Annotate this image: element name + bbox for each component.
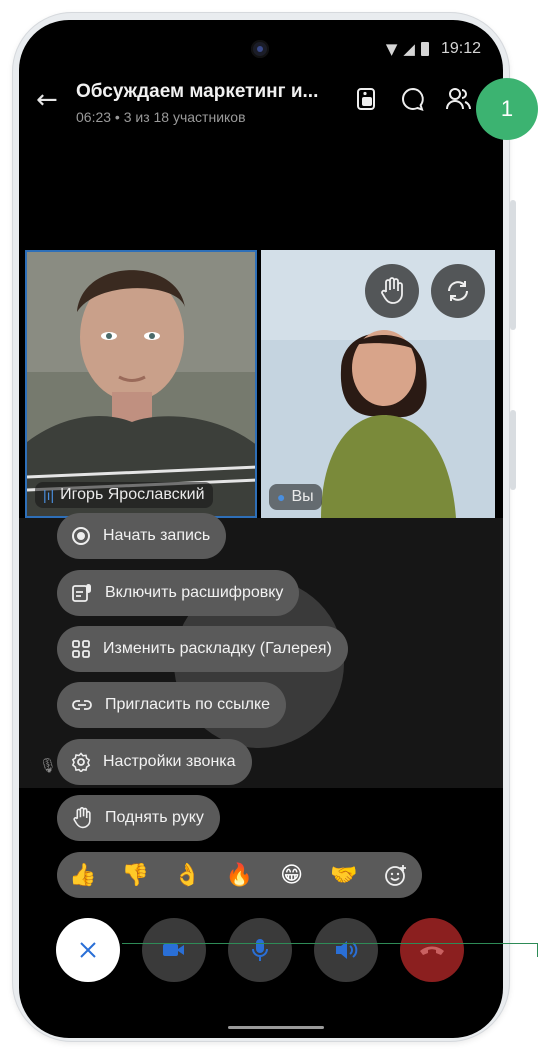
reaction-fire[interactable]: 🔥: [225, 861, 253, 889]
reaction-thumbs-up[interactable]: 👍: [69, 861, 97, 889]
speaker-icon: [336, 941, 358, 959]
raise-hand-icon[interactable]: [365, 264, 419, 318]
signal-icon: ◢: [403, 40, 415, 58]
call-title: Обсуждаем маркетинг и...: [76, 81, 319, 102]
menu-raise-hand[interactable]: Поднять руку: [57, 795, 220, 841]
hand-icon: [73, 807, 91, 829]
hang-up-icon: [420, 946, 444, 955]
participant-name: Вы: [291, 488, 314, 505]
transcription-icon: [72, 584, 91, 602]
call-subtitle: 06:23 • 3 из 18 участников: [76, 109, 246, 125]
status-bar: ▼ ◢ 19:12: [19, 20, 503, 70]
menu-invite-by-link[interactable]: Пригласить по ссылке: [57, 682, 287, 728]
participant-name-tag: |ı| Игорь Ярославский: [35, 482, 213, 508]
microphone-toggle-button[interactable]: [228, 918, 292, 982]
pip-icon[interactable]: [353, 85, 381, 113]
end-call-button[interactable]: [400, 918, 464, 982]
menu-label: Поднять руку: [105, 809, 204, 826]
link-icon: [72, 700, 92, 710]
participant-name: Игорь Ярославский: [60, 486, 205, 503]
menu-change-layout[interactable]: Изменить раскладку (Галерея): [57, 626, 348, 672]
system-icons: ▼ ◢ 19:12: [386, 40, 481, 58]
front-camera: [251, 40, 269, 58]
wifi-icon: ▼: [385, 40, 398, 58]
call-screen: ▼ ◢ 19:12 ← Обсуждаем маркетинг и... 06:…: [19, 20, 503, 1038]
annotation-line: [122, 943, 538, 944]
reaction-grin[interactable]: 😁: [278, 861, 306, 889]
participant-name-tag: ● Вы: [269, 484, 322, 510]
speaking-icon: |ı|: [43, 487, 55, 503]
add-reaction-icon[interactable]: [382, 861, 410, 889]
record-icon: [72, 527, 90, 545]
call-header: ← Обсуждаем маркетинг и... 06:23 • 3 из …: [19, 75, 503, 135]
menu-enable-transcription[interactable]: Включить расшифровку: [57, 570, 300, 616]
close-icon: [80, 942, 96, 958]
mic-icon: ●: [277, 489, 286, 505]
menu-label: Настройки звонка: [103, 753, 236, 770]
menu-label: Начать запись: [103, 527, 211, 544]
menu-label: Пригласить по ссылке: [105, 696, 271, 713]
gear-icon: [71, 752, 91, 772]
reaction-ok-hand[interactable]: 👌: [173, 861, 201, 889]
reactions-bar: 👍 👎 👌 🔥 😁 🤝: [57, 852, 422, 898]
chat-icon[interactable]: [399, 85, 427, 113]
annotation-badge: 1: [476, 78, 538, 140]
speaker-toggle-button[interactable]: [314, 918, 378, 982]
switch-camera-icon[interactable]: [431, 264, 485, 318]
menu-label: Изменить раскладку (Галерея): [103, 640, 332, 657]
menu-start-recording[interactable]: Начать запись: [57, 513, 227, 559]
participant-tile-igor[interactable]: |ı| Игорь Ярославский: [25, 250, 257, 518]
power-button: [510, 410, 516, 490]
battery-icon: [420, 42, 429, 56]
reaction-handshake[interactable]: 🤝: [330, 861, 358, 889]
participants-icon[interactable]: [445, 85, 473, 113]
muted-mic-icon: 🎙: [39, 758, 57, 774]
grid-layout-icon: [72, 640, 90, 658]
camera-toggle-button[interactable]: [142, 918, 206, 982]
microphone-icon: [252, 939, 268, 961]
reaction-thumbs-down[interactable]: 👎: [121, 861, 149, 889]
back-arrow-icon[interactable]: ←: [36, 85, 58, 115]
participant-tile-self[interactable]: ● Вы: [261, 250, 495, 518]
close-menu-button[interactable]: [56, 918, 120, 982]
home-indicator: [228, 1026, 324, 1029]
volume-button: [510, 200, 516, 330]
menu-label: Включить расшифровку: [105, 584, 284, 601]
menu-call-settings[interactable]: Настройки звонка: [57, 739, 252, 785]
participant-video-igor: [27, 252, 255, 516]
clock: 19:12: [440, 40, 481, 57]
